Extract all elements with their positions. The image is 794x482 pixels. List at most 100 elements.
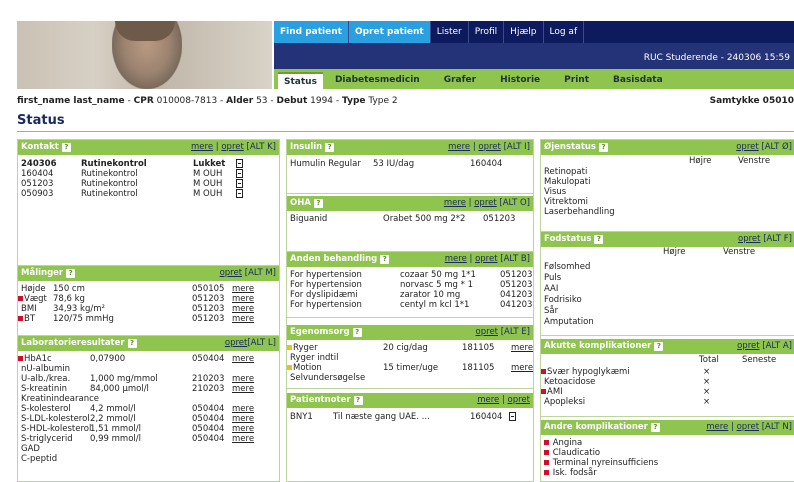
top-nav: Find patient Opret patient Lister Profil… bbox=[274, 21, 794, 43]
document-icon[interactable] bbox=[236, 159, 243, 168]
lab-name: HbA1c bbox=[24, 354, 52, 364]
kontakt-row[interactable]: 050903 Rutinekontrol M OUH bbox=[18, 189, 279, 199]
profil-link[interactable]: Profil bbox=[469, 21, 505, 43]
anden-row: For hypertension norvasc 5 mg * 1 051203 bbox=[287, 280, 533, 290]
opret-link[interactable]: opret bbox=[475, 254, 497, 264]
tab-grafer[interactable]: Grafer bbox=[432, 72, 488, 89]
help-icon[interactable]: ? bbox=[66, 269, 76, 278]
opret-link[interactable]: opret bbox=[508, 395, 530, 405]
kontakt-type: Rutinekontrol bbox=[81, 159, 147, 169]
opret-link[interactable]: opret bbox=[476, 327, 498, 337]
mere-link[interactable]: mere bbox=[232, 424, 254, 434]
lab-value: 1,51 mmol/l bbox=[90, 424, 141, 434]
help-icon[interactable]: ? bbox=[127, 339, 137, 348]
mere-link[interactable]: mere bbox=[232, 354, 254, 364]
akut-total: × bbox=[703, 387, 711, 397]
oha-keys: [ALT O] bbox=[499, 198, 530, 208]
mere-link[interactable]: mere bbox=[706, 422, 728, 432]
help-icon[interactable]: ? bbox=[599, 143, 608, 152]
mere-link[interactable]: mere bbox=[448, 142, 470, 152]
mere-link[interactable]: mere bbox=[511, 343, 533, 353]
find-patient-link[interactable]: Find patient bbox=[274, 21, 349, 43]
lab-value: 84,000 µmol/l bbox=[90, 384, 149, 394]
egenomsorg-panel: Egenomsorg? opret [ALT E] Ryger 20 cig/da… bbox=[287, 325, 533, 389]
type-value: Type 2 bbox=[368, 96, 398, 106]
egen-value: 15 timer/uge bbox=[383, 363, 439, 373]
opret-link[interactable]: opret bbox=[221, 142, 243, 152]
app-header: Find patient Opret patient Lister Profil… bbox=[0, 0, 794, 89]
tab-diabetesmedicin[interactable]: Diabetesmedicin bbox=[323, 72, 432, 89]
document-icon[interactable] bbox=[236, 169, 243, 178]
oha-title: OHA bbox=[290, 198, 311, 208]
tab-status[interactable]: Status bbox=[278, 72, 323, 89]
lab-row: C-peptid bbox=[18, 454, 279, 464]
lab-name: S-kolesterol bbox=[21, 404, 71, 414]
help-icon[interactable]: ? bbox=[594, 235, 604, 244]
help-icon[interactable]: ? bbox=[325, 143, 335, 152]
egen-row: Selvundersøgelse bbox=[287, 373, 533, 383]
logaf-link[interactable]: Log af bbox=[544, 21, 585, 43]
anden-row: For hypertension centyl m kcl 1*1 041203 bbox=[287, 300, 533, 310]
lab-value: 2,2 mmol/l bbox=[90, 414, 136, 424]
lister-link[interactable]: Lister bbox=[431, 21, 469, 43]
lab-date: 050404 bbox=[192, 434, 225, 444]
help-icon[interactable]: ? bbox=[313, 199, 323, 208]
help-icon[interactable]: ? bbox=[61, 143, 71, 152]
opret-link[interactable]: opret bbox=[478, 142, 500, 152]
kontakt-row[interactable]: 051203 Rutinekontrol M OUH bbox=[18, 179, 279, 189]
mere-link[interactable]: mere bbox=[477, 395, 499, 405]
document-icon[interactable] bbox=[236, 179, 243, 188]
mere-link[interactable]: mere bbox=[232, 384, 254, 394]
opret-link[interactable]: opret bbox=[736, 142, 758, 152]
mere-link[interactable]: mere bbox=[232, 304, 254, 314]
tab-historie[interactable]: Historie bbox=[488, 72, 552, 89]
opret-link[interactable]: opret bbox=[220, 268, 242, 278]
opret-link[interactable]: opret bbox=[474, 198, 496, 208]
opret-patient-link[interactable]: Opret patient bbox=[348, 21, 431, 43]
mere-link[interactable]: mere bbox=[232, 414, 254, 424]
akutte-panel: Akutte komplikationer? opret [ALT A] Tot… bbox=[541, 339, 794, 417]
kontakt-row[interactable]: 240306 Rutinekontrol Lukket bbox=[18, 159, 279, 169]
lab-title: Laboratorieresultater bbox=[21, 338, 125, 348]
document-icon[interactable] bbox=[509, 412, 516, 421]
akut-name: AMI bbox=[547, 387, 563, 397]
mere-link[interactable]: mere bbox=[232, 374, 254, 384]
kontakt-row[interactable]: 160404 Rutinekontrol M OUH bbox=[18, 169, 279, 179]
kontakt-status: Lukket bbox=[193, 159, 226, 169]
opret-link[interactable]: opret bbox=[737, 422, 759, 432]
mere-link[interactable]: mere bbox=[445, 254, 467, 264]
mere-link[interactable]: mere bbox=[232, 404, 254, 414]
patient-info-bar: first_name last_name - CPR 010008-7813 -… bbox=[17, 96, 794, 106]
document-icon[interactable] bbox=[236, 189, 243, 198]
tab-basisdata[interactable]: Basisdata bbox=[601, 72, 675, 89]
opret-link[interactable]: opret bbox=[738, 234, 760, 244]
help-icon[interactable]: ? bbox=[353, 396, 363, 405]
note-row[interactable]: BNY1 Til næste gang UAE. ... 160404 bbox=[287, 412, 533, 422]
mere-link[interactable]: mere bbox=[191, 142, 213, 152]
malinger-keys: [ALT M] bbox=[244, 268, 276, 278]
egen-value: 20 cig/dag bbox=[383, 343, 428, 353]
mere-link[interactable]: mere bbox=[511, 363, 533, 373]
help-icon[interactable]: ? bbox=[380, 255, 390, 264]
lab-name: S-LDL-kolesterol bbox=[21, 414, 90, 424]
insulin-dose: 53 IU/dag bbox=[373, 159, 415, 169]
mere-link[interactable]: mere bbox=[444, 198, 466, 208]
hojre-header: Højre bbox=[663, 247, 686, 257]
anden-reason: For hypertension bbox=[290, 280, 362, 290]
insulin-title: Insulin bbox=[290, 142, 323, 152]
help-icon[interactable]: ? bbox=[352, 328, 362, 337]
mere-link[interactable]: mere bbox=[232, 284, 254, 294]
mere-link[interactable]: mere bbox=[232, 434, 254, 444]
egen-row: Ryger 20 cig/dag 181105 mere bbox=[287, 343, 533, 353]
anden-panel: Anden behandling? mere | opret [ALT B] F… bbox=[287, 252, 533, 318]
help-icon[interactable]: ? bbox=[654, 342, 664, 351]
tab-print[interactable]: Print bbox=[552, 72, 601, 89]
mere-link[interactable]: mere bbox=[232, 314, 254, 324]
anden-drug: centyl m kcl 1*1 bbox=[400, 300, 470, 310]
help-icon[interactable]: ? bbox=[650, 423, 660, 432]
hjaelp-link[interactable]: Hjælp bbox=[504, 21, 544, 43]
mere-link[interactable]: mere bbox=[232, 294, 254, 304]
opret-link[interactable]: opret bbox=[737, 341, 759, 351]
kontakt-title: Kontakt bbox=[21, 142, 59, 152]
opret-link[interactable]: opret bbox=[225, 338, 247, 348]
